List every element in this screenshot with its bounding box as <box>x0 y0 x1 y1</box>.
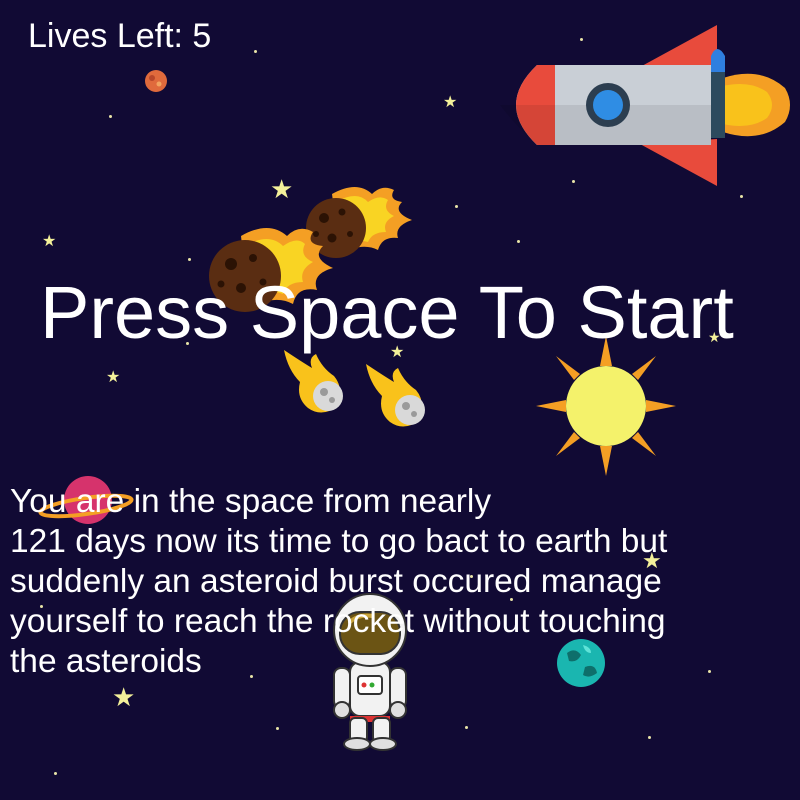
story-line: the asteroids <box>10 643 202 680</box>
meteor-icon <box>366 364 425 427</box>
star-dot <box>740 195 743 198</box>
star-dot <box>455 205 458 208</box>
story-line: yourself to reach the rocket without tou… <box>10 603 666 640</box>
star-dot <box>276 727 279 730</box>
story-line: suddenly an asteroid burst occured manag… <box>10 563 662 600</box>
star-dot <box>254 50 257 53</box>
star-icon: ★ <box>270 174 294 204</box>
lives-counter: Lives Left: 5 <box>28 17 212 55</box>
planet-icon <box>145 70 167 92</box>
star-dot <box>188 258 191 261</box>
story-line: 121 days now its time to go bact to eart… <box>10 523 668 560</box>
rocket-icon <box>500 25 790 186</box>
star-icon: ★ <box>106 369 121 386</box>
start-prompt: Press Space To Start <box>40 271 734 354</box>
star-dot <box>54 772 57 775</box>
game-canvas[interactable]: ★ ★ ★ ★ ★ ★ ★ ★ Lives Left: 5 Press Spac… <box>0 0 800 800</box>
star-icon: ★ <box>42 233 57 250</box>
star-dot <box>648 736 651 739</box>
story-text: You are in the space from nearly 121 day… <box>10 482 800 682</box>
star-dot <box>465 726 468 729</box>
star-icon: ★ <box>443 94 458 111</box>
star-dot <box>109 115 112 118</box>
meteor-icon <box>284 350 343 413</box>
star-icon: ★ <box>112 682 136 712</box>
story-line: You are in the space from nearly <box>10 483 492 520</box>
star-dot <box>517 240 520 243</box>
